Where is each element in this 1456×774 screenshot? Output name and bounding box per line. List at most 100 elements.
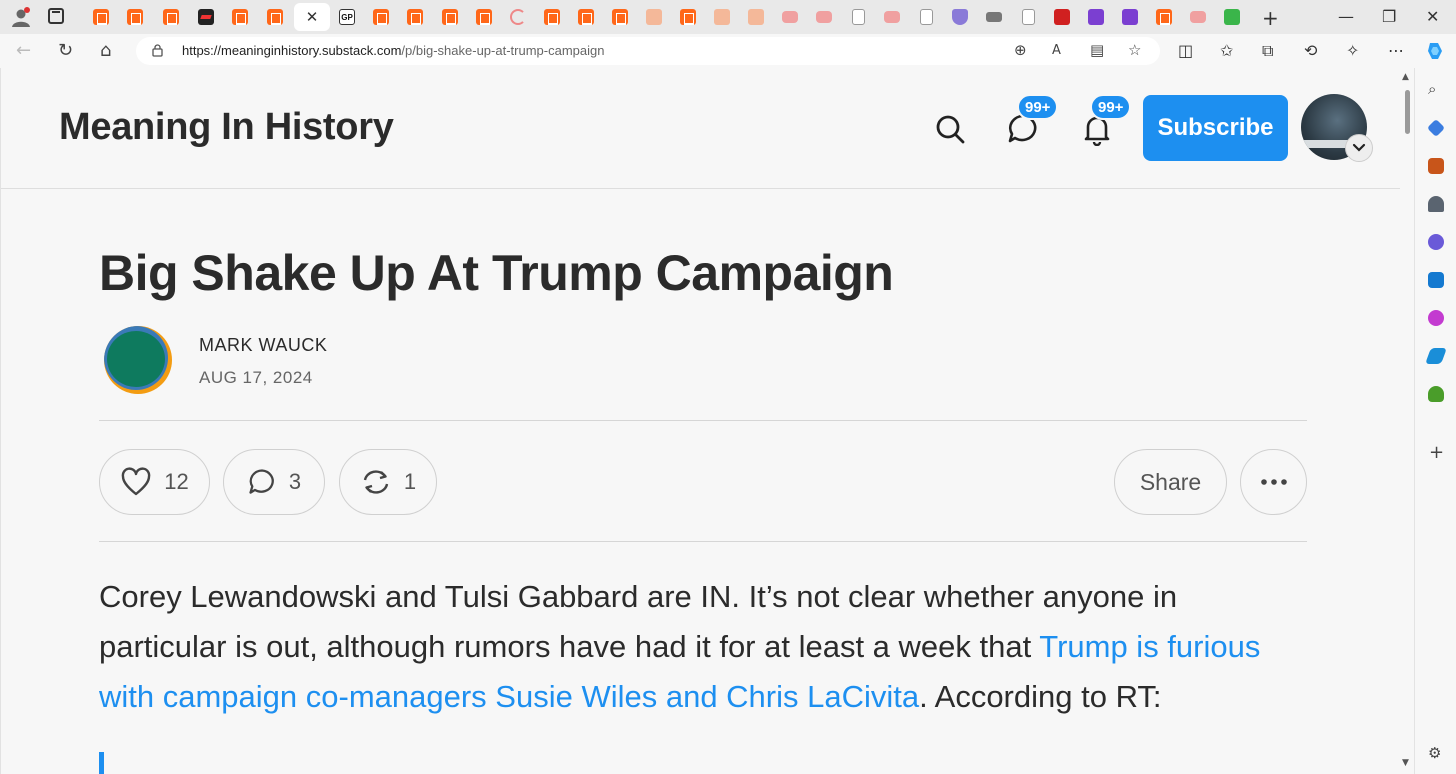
substack-icon [544, 9, 560, 25]
substack-icon [373, 9, 389, 25]
author-avatar[interactable] [104, 326, 172, 394]
browser-tab[interactable] [84, 3, 118, 31]
yahoo-icon [1088, 9, 1104, 25]
browser-tab[interactable] [501, 3, 535, 31]
browser-tab[interactable] [364, 3, 398, 31]
comment-button[interactable]: 3 [223, 449, 325, 515]
outlook-icon[interactable] [1428, 272, 1444, 288]
browser-tab[interactable] [977, 3, 1011, 31]
add-icon[interactable]: + [1429, 442, 1444, 463]
office-icon[interactable] [1428, 234, 1444, 250]
back-icon[interactable]: ← [16, 40, 31, 61]
substack-icon [442, 9, 458, 25]
maximize-icon[interactable]: ❐ [1382, 7, 1396, 26]
browser-tab[interactable] [1181, 3, 1215, 31]
close-window-icon[interactable]: ✕ [1426, 7, 1439, 26]
toolbox-icon[interactable] [1428, 158, 1444, 174]
browser-tab[interactable] [398, 3, 432, 31]
tree-icon[interactable] [1428, 386, 1444, 402]
favorites-icon[interactable]: ✩ [1220, 41, 1233, 60]
shield-icon [952, 9, 968, 25]
post-paragraph: Corey Lewandowski and Tulsi Gabbard are … [99, 572, 1309, 722]
browser-tab[interactable] [807, 3, 841, 31]
browser-tab[interactable] [433, 3, 467, 31]
browser-tab[interactable] [943, 3, 977, 31]
extensions-icon[interactable]: ✧ [1346, 41, 1359, 60]
blockquote-bar [99, 752, 104, 774]
browser-tab[interactable] [1079, 3, 1113, 31]
search-icon[interactable] [933, 112, 967, 146]
new-tab-button[interactable]: + [1262, 6, 1279, 30]
substack-icon [748, 9, 764, 25]
paragraph-text: Corey Lewandowski and Tulsi Gabbard are … [99, 579, 1178, 664]
heart-icon [121, 467, 151, 496]
browser-tab[interactable] [739, 3, 773, 31]
minimize-icon[interactable]: — [1338, 7, 1354, 26]
split-screen-icon[interactable]: ◫ [1178, 41, 1193, 60]
zoom-icon[interactable]: ⊕ [1014, 41, 1027, 59]
refresh-icon[interactable]: ↻ [58, 40, 73, 61]
substack-icon [163, 9, 179, 25]
address-bar[interactable]: https://meaninginhistory.substack.com/p/… [136, 37, 1160, 65]
loading-icon [510, 9, 526, 25]
close-tab-icon[interactable]: ✕ [306, 8, 319, 26]
browser-tab[interactable] [569, 3, 603, 31]
youtube-icon [816, 11, 832, 23]
browser-tab[interactable] [841, 3, 875, 31]
profile-icon[interactable] [10, 6, 32, 28]
url-text[interactable]: https://meaninginhistory.substack.com/p/… [182, 43, 604, 58]
browser-tab[interactable] [467, 3, 501, 31]
search-icon[interactable]: ⌕ [1428, 80, 1436, 98]
browser-tab[interactable]: GP [330, 3, 364, 31]
restack-button[interactable]: 1 [339, 449, 437, 515]
send-icon[interactable] [1425, 348, 1447, 364]
history-icon[interactable]: ⟲ [1304, 41, 1317, 60]
immersive-reader-icon[interactable]: ▤ [1090, 41, 1104, 59]
scroll-thumb[interactable] [1405, 90, 1410, 134]
collections-icon[interactable]: ⧉ [1262, 41, 1273, 61]
scroll-up-icon[interactable]: ▲ [1402, 72, 1409, 82]
subscribe-button[interactable]: Subscribe [1143, 95, 1288, 161]
browser-tab[interactable] [223, 3, 257, 31]
browser-tab[interactable] [189, 3, 223, 31]
read-aloud-icon[interactable]: A [1052, 43, 1061, 58]
notification-badge: 99+ [1090, 94, 1132, 120]
site-title[interactable]: Meaning In History [59, 106, 394, 149]
author-name[interactable]: MARK WAUCK [199, 335, 327, 356]
browser-tab[interactable] [1011, 3, 1045, 31]
browser-tab[interactable] [1113, 3, 1147, 31]
tab-actions-icon[interactable] [48, 8, 64, 24]
browser-tab[interactable] [705, 3, 739, 31]
browser-tab[interactable] [258, 3, 292, 31]
browser-tab-active[interactable]: ✕ [294, 3, 330, 31]
chess-icon[interactable] [1428, 196, 1444, 212]
browser-tab[interactable] [773, 3, 807, 31]
tag-icon[interactable] [1426, 118, 1446, 138]
designer-icon[interactable] [1428, 310, 1444, 326]
browser-tab[interactable] [637, 3, 671, 31]
browser-tab[interactable] [1045, 3, 1079, 31]
browser-tab[interactable] [154, 3, 188, 31]
like-button[interactable]: 12 [99, 449, 210, 515]
copilot-icon[interactable] [1424, 40, 1446, 62]
browser-tab[interactable] [603, 3, 637, 31]
browser-tab[interactable] [1147, 3, 1181, 31]
browser-tab[interactable] [535, 3, 569, 31]
scroll-down-icon[interactable]: ▼ [1402, 758, 1409, 768]
tab-strip: ✕ GP + — ❐ ✕ [0, 0, 1456, 34]
browser-tab[interactable] [671, 3, 705, 31]
home-icon[interactable]: ⌂ [100, 40, 111, 61]
page-scrollbar[interactable]: ▲ ▼ [1400, 68, 1414, 774]
favorite-icon[interactable]: ☆ [1128, 41, 1141, 59]
browser-tab[interactable] [909, 3, 943, 31]
browser-tab[interactable] [118, 3, 152, 31]
settings-icon[interactable]: ⚙ [1428, 744, 1441, 762]
browser-tab[interactable] [1215, 3, 1249, 31]
restack-count: 1 [403, 469, 417, 494]
more-icon[interactable]: ⋯ [1388, 41, 1404, 60]
site-icon [986, 12, 1002, 22]
share-button[interactable]: Share [1114, 449, 1227, 515]
chevron-down-icon[interactable] [1345, 134, 1373, 162]
more-options-button[interactable] [1240, 449, 1307, 515]
browser-tab[interactable] [875, 3, 909, 31]
